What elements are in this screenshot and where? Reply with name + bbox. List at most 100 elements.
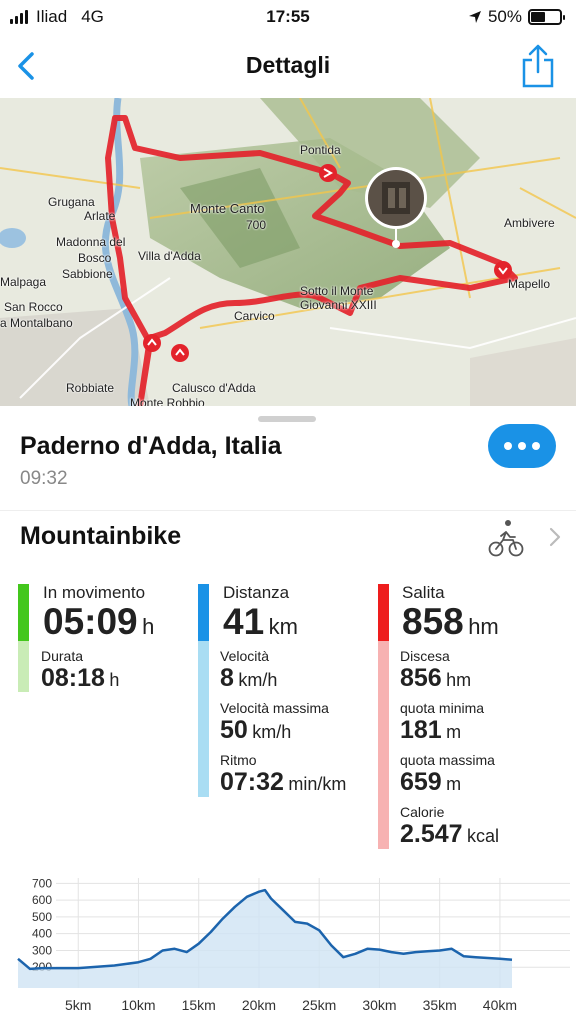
stat-unit: km/h [238,670,278,690]
chevron-right-icon[interactable] [548,526,562,548]
x-tick-label: 30km [362,997,396,1013]
x-tick-label: 10km [121,997,155,1013]
stat-pace: Ritmo 07:32 min/km [220,752,346,796]
map-label: Ambivere [504,216,555,230]
stat-label: quota massima [400,752,495,768]
elevation-chart-svg: 7006005004003002005km 10km 15km 20km 25km 30k… [17,876,570,1013]
stat-label: Salita [402,583,445,602]
stat-label: Discesa [400,648,450,664]
status-right: 50% [468,7,565,27]
x-tick-label: 15km [182,997,216,1013]
more-icon [532,442,540,450]
x-tick-label: 5km [65,997,91,1013]
stat-label: Durata [41,648,84,664]
color-bar [378,584,389,849]
stat-value: 856 [400,664,442,692]
more-icon [504,442,512,450]
stat-label: quota minima [400,700,485,716]
map-label: Pontida [300,143,341,157]
stat-unit: min/km [288,774,347,794]
stat-value: 659 [400,768,442,796]
more-icon [518,442,526,450]
drag-handle[interactable] [258,416,316,422]
map-label: Monte Canto [190,201,265,216]
x-tick-label: 20km [242,997,276,1013]
stat-unit: h [109,670,120,690]
map-label: a Montalbano [0,316,73,330]
stat-label: Ritmo [220,752,257,768]
elevation-profile-chart[interactable]: 700 600 500 400 300 200 5km 10km 15km 20km 25km 30k… [0,872,576,1024]
x-tick-label: 25km [302,997,336,1013]
status-bar: Iliad 4G 17:55 50% [0,0,576,34]
direction-arrow-icon [171,344,189,362]
battery-percent: 50% [487,7,522,26]
map-label: San Rocco [4,300,63,314]
location-title: Paderno d'Adda, Italia [20,432,282,460]
stat-unit: hm [446,670,472,690]
y-tick-label: 400 [32,927,52,941]
stat-unit: h [142,614,155,639]
stat-descent: Discesa 856 hm [400,648,471,692]
page-title: Dettagli [245,52,331,78]
stat-unit: kcal [467,826,500,846]
y-tick-label: 700 [32,876,52,890]
stat-max-altitude: quota massima 659 m [400,752,495,796]
stat-value: 8 [220,664,234,692]
stat-ascent: Salita 858 hm [402,584,499,642]
share-icon[interactable] [520,44,556,88]
map-label: Arlate [84,209,116,223]
stat-value: 181 [400,716,442,744]
location-arrow-icon [468,11,481,23]
route-map[interactable]: Pontida Grugana Arlate Monte Canto 700 A… [0,98,576,406]
stat-distance: Distanza 41 km [223,584,298,642]
stat-value: 07:32 [220,768,284,796]
stat-min-altitude: quota minima 181 m [400,700,484,744]
y-tick-label: 500 [32,910,52,924]
stat-label: Distanza [223,583,290,602]
stat-value: 05:09 [43,601,138,642]
battery-icon [528,9,565,25]
stat-label: Velocità massima [220,700,329,716]
map-label: Madonna del [56,235,126,249]
stat-label: Calorie [400,804,445,820]
direction-arrow-icon [319,164,337,182]
more-options-button[interactable] [488,424,556,468]
stat-moving-time: In movimento 05:09 h [43,584,154,642]
map-label: Sotto il Monte [300,284,374,298]
stat-label: Velocità [220,648,270,664]
activity-type: Mountainbike [20,522,182,550]
map-label: Sabbione [62,267,113,281]
stat-unit: m [446,722,462,742]
divider [0,510,576,511]
color-bar [198,584,209,797]
stat-duration: Durata 08:18 h [41,648,119,692]
direction-arrow-icon [143,334,161,352]
stat-value: 2.547 [400,820,463,848]
map-label: Villa d'Adda [138,249,201,263]
color-bar [18,584,29,692]
map-label: Grugana [48,195,95,209]
stat-unit: km/h [252,722,292,742]
x-tick-label: 35km [423,997,457,1013]
map-label: Carvico [234,309,275,323]
stat-label: In movimento [43,583,146,602]
stat-value: 50 [220,716,248,744]
stat-calories: Calorie 2.547 kcal [400,804,499,848]
map-label: Robbiate [66,381,115,395]
map-label: Giovanni XXIII [300,298,377,312]
map-label: Malpaga [0,275,47,289]
stat-max-speed: Velocità massima 50 km/h [220,700,329,744]
map-label: Bosco [78,251,112,265]
stat-value: 858 [402,601,464,642]
map-label: Monte Robbio [130,396,205,407]
battery-fill [531,12,545,22]
elevation-area [18,890,512,988]
navigation-bar: Dettagli [0,34,576,98]
start-time: 09:32 [20,468,68,489]
stat-unit: km [268,614,298,639]
stat-unit: hm [468,614,499,639]
stat-speed: Velocità 8 km/h [220,648,277,692]
y-tick-label: 600 [32,893,52,907]
x-tick-label: 40km [483,997,517,1013]
stat-value: 08:18 [41,664,105,692]
